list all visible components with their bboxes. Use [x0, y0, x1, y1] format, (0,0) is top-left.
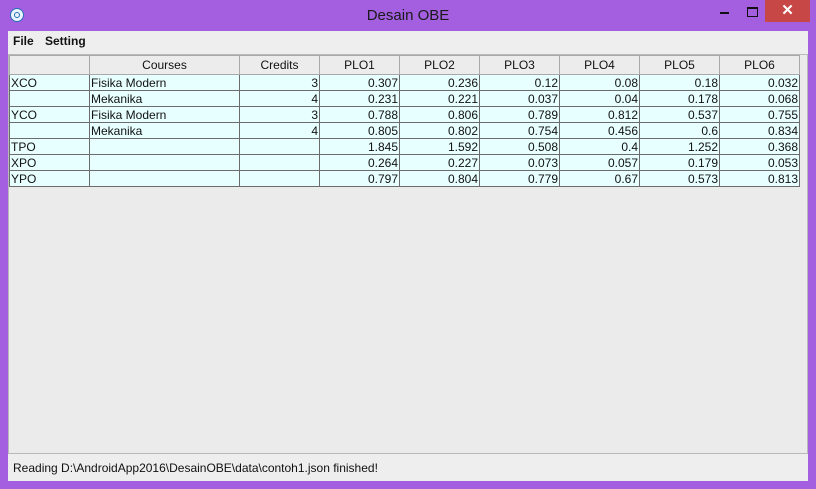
- status-text: Reading D:\AndroidApp2016\DesainOBE\data…: [13, 461, 378, 475]
- close-button[interactable]: ✕: [765, 0, 810, 22]
- menu-file[interactable]: File: [13, 34, 34, 48]
- column-header[interactable]: PLO2: [399, 55, 480, 75]
- table-cell[interactable]: [239, 154, 320, 171]
- column-header[interactable]: Credits: [239, 55, 320, 75]
- table-cell[interactable]: [89, 170, 240, 187]
- table-cell[interactable]: 0.04: [559, 90, 640, 107]
- table-cell[interactable]: 3: [239, 106, 320, 123]
- table-row[interactable]: YPO 0.797 0.804 0.779 0.67 0.573 0.813: [9, 170, 800, 187]
- table-cell[interactable]: 0.755: [719, 106, 800, 123]
- table-row[interactable]: TPO 1.845 1.592 0.508 0.4 1.252 0.368: [9, 138, 800, 155]
- table-cell[interactable]: 0.805: [319, 122, 400, 139]
- table-cell[interactable]: 0.227: [399, 154, 480, 171]
- column-header[interactable]: Courses: [89, 55, 240, 75]
- table-cell[interactable]: 0.307: [319, 74, 400, 91]
- table-row[interactable]: XPO 0.264 0.227 0.073 0.057 0.179 0.053: [9, 154, 800, 171]
- minimize-icon: [719, 12, 729, 15]
- table-cell[interactable]: YCO: [9, 106, 90, 123]
- table-cell[interactable]: 0.221: [399, 90, 480, 107]
- table-cell[interactable]: 0.18: [639, 74, 720, 91]
- table-cell[interactable]: 0.537: [639, 106, 720, 123]
- table-row[interactable]: XCO Fisika Modern 3 0.307 0.236 0.12 0.08 0.18 0…: [9, 74, 800, 91]
- app-window: Desain OBE ✕ File Setting Courses Credits…: [0, 0, 816, 489]
- table-cell[interactable]: [89, 138, 240, 155]
- table-row[interactable]: Mekanika 4 0.231 0.221 0.037 0.04 0.178 0.068: [9, 90, 800, 107]
- column-header[interactable]: PLO6: [719, 55, 800, 75]
- table-cell[interactable]: [9, 122, 90, 139]
- table-cell[interactable]: 0.779: [479, 170, 560, 187]
- table-cell[interactable]: 0.813: [719, 170, 800, 187]
- table-cell[interactable]: Fisika Modern: [89, 106, 240, 123]
- table-cell[interactable]: 0.834: [719, 122, 800, 139]
- maximize-icon: [746, 7, 758, 18]
- table-cell[interactable]: Mekanika: [89, 122, 240, 139]
- table-cell[interactable]: YPO: [9, 170, 90, 187]
- status-bar: Reading D:\AndroidApp2016\DesainOBE\data…: [8, 454, 808, 481]
- table-cell[interactable]: 0.231: [319, 90, 400, 107]
- table-cell[interactable]: 0.67: [559, 170, 640, 187]
- table-cell[interactable]: [239, 170, 320, 187]
- table-cell[interactable]: 0.802: [399, 122, 480, 139]
- table-cell[interactable]: 0.037: [479, 90, 560, 107]
- table-cell[interactable]: 0.797: [319, 170, 400, 187]
- table-cell[interactable]: 0.456: [559, 122, 640, 139]
- table-cell[interactable]: 0.053: [719, 154, 800, 171]
- table-cell[interactable]: 0.368: [719, 138, 800, 155]
- data-table: Courses Credits PLO1 PLO2 PLO3 PLO4 PLO5 PLO6 X…: [9, 55, 800, 187]
- table-cell[interactable]: 0.789: [479, 106, 560, 123]
- table-cell[interactable]: 0.057: [559, 154, 640, 171]
- table-scroll-pane[interactable]: Courses Credits PLO1 PLO2 PLO3 PLO4 PLO5 PLO6 X…: [8, 54, 808, 454]
- table-cell[interactable]: XCO: [9, 74, 90, 91]
- column-header[interactable]: PLO3: [479, 55, 560, 75]
- table-row[interactable]: Mekanika 4 0.805 0.802 0.754 0.456 0.6 0.834: [9, 122, 800, 139]
- table-cell[interactable]: 0.178: [639, 90, 720, 107]
- table-cell[interactable]: 0.179: [639, 154, 720, 171]
- table-cell[interactable]: 0.812: [559, 106, 640, 123]
- table-cell[interactable]: 0.068: [719, 90, 800, 107]
- maximize-button[interactable]: [740, 0, 764, 22]
- table-cell[interactable]: 1.845: [319, 138, 400, 155]
- table-cell[interactable]: [89, 154, 240, 171]
- table-cell[interactable]: TPO: [9, 138, 90, 155]
- table-cell[interactable]: 4: [239, 90, 320, 107]
- table-cell[interactable]: Mekanika: [89, 90, 240, 107]
- table-cell[interactable]: 0.6: [639, 122, 720, 139]
- table-cell[interactable]: Fisika Modern: [89, 74, 240, 91]
- client-area: File Setting Courses Credits PLO1 PLO2 PLO3 P…: [8, 31, 808, 481]
- table-cell[interactable]: 0.073: [479, 154, 560, 171]
- table-cell[interactable]: 3: [239, 74, 320, 91]
- title-bar[interactable]: Desain OBE ✕: [0, 0, 816, 31]
- table-header-row: Courses Credits PLO1 PLO2 PLO3 PLO4 PLO5 PLO6: [9, 55, 800, 75]
- table-cell[interactable]: 0.236: [399, 74, 480, 91]
- menu-setting[interactable]: Setting: [45, 34, 86, 48]
- table-row[interactable]: YCO Fisika Modern 3 0.788 0.806 0.789 0.812 0.5…: [9, 106, 800, 123]
- table-cell[interactable]: 0.08: [559, 74, 640, 91]
- table-cell[interactable]: [239, 138, 320, 155]
- table-cell[interactable]: 1.252: [639, 138, 720, 155]
- table-cell[interactable]: 0.573: [639, 170, 720, 187]
- table-cell[interactable]: 0.804: [399, 170, 480, 187]
- table-cell[interactable]: 0.806: [399, 106, 480, 123]
- column-header[interactable]: [9, 55, 90, 75]
- menu-bar: File Setting: [8, 31, 808, 53]
- window-title: Desain OBE: [366, 7, 450, 24]
- minimize-button[interactable]: [712, 0, 736, 22]
- table-cell[interactable]: 1.592: [399, 138, 480, 155]
- table-cell[interactable]: 4: [239, 122, 320, 139]
- column-header[interactable]: PLO4: [559, 55, 640, 75]
- table-cell[interactable]: 0.4: [559, 138, 640, 155]
- table-cell[interactable]: 0.788: [319, 106, 400, 123]
- column-header[interactable]: PLO1: [319, 55, 400, 75]
- table-cell[interactable]: 0.508: [479, 138, 560, 155]
- table-cell[interactable]: 0.264: [319, 154, 400, 171]
- table-cell[interactable]: 0.12: [479, 74, 560, 91]
- table-cell[interactable]: XPO: [9, 154, 90, 171]
- table-cell[interactable]: 0.032: [719, 74, 800, 91]
- table-cell[interactable]: [9, 90, 90, 107]
- table-cell[interactable]: 0.754: [479, 122, 560, 139]
- column-header[interactable]: PLO5: [639, 55, 720, 75]
- close-icon: ✕: [781, 2, 794, 19]
